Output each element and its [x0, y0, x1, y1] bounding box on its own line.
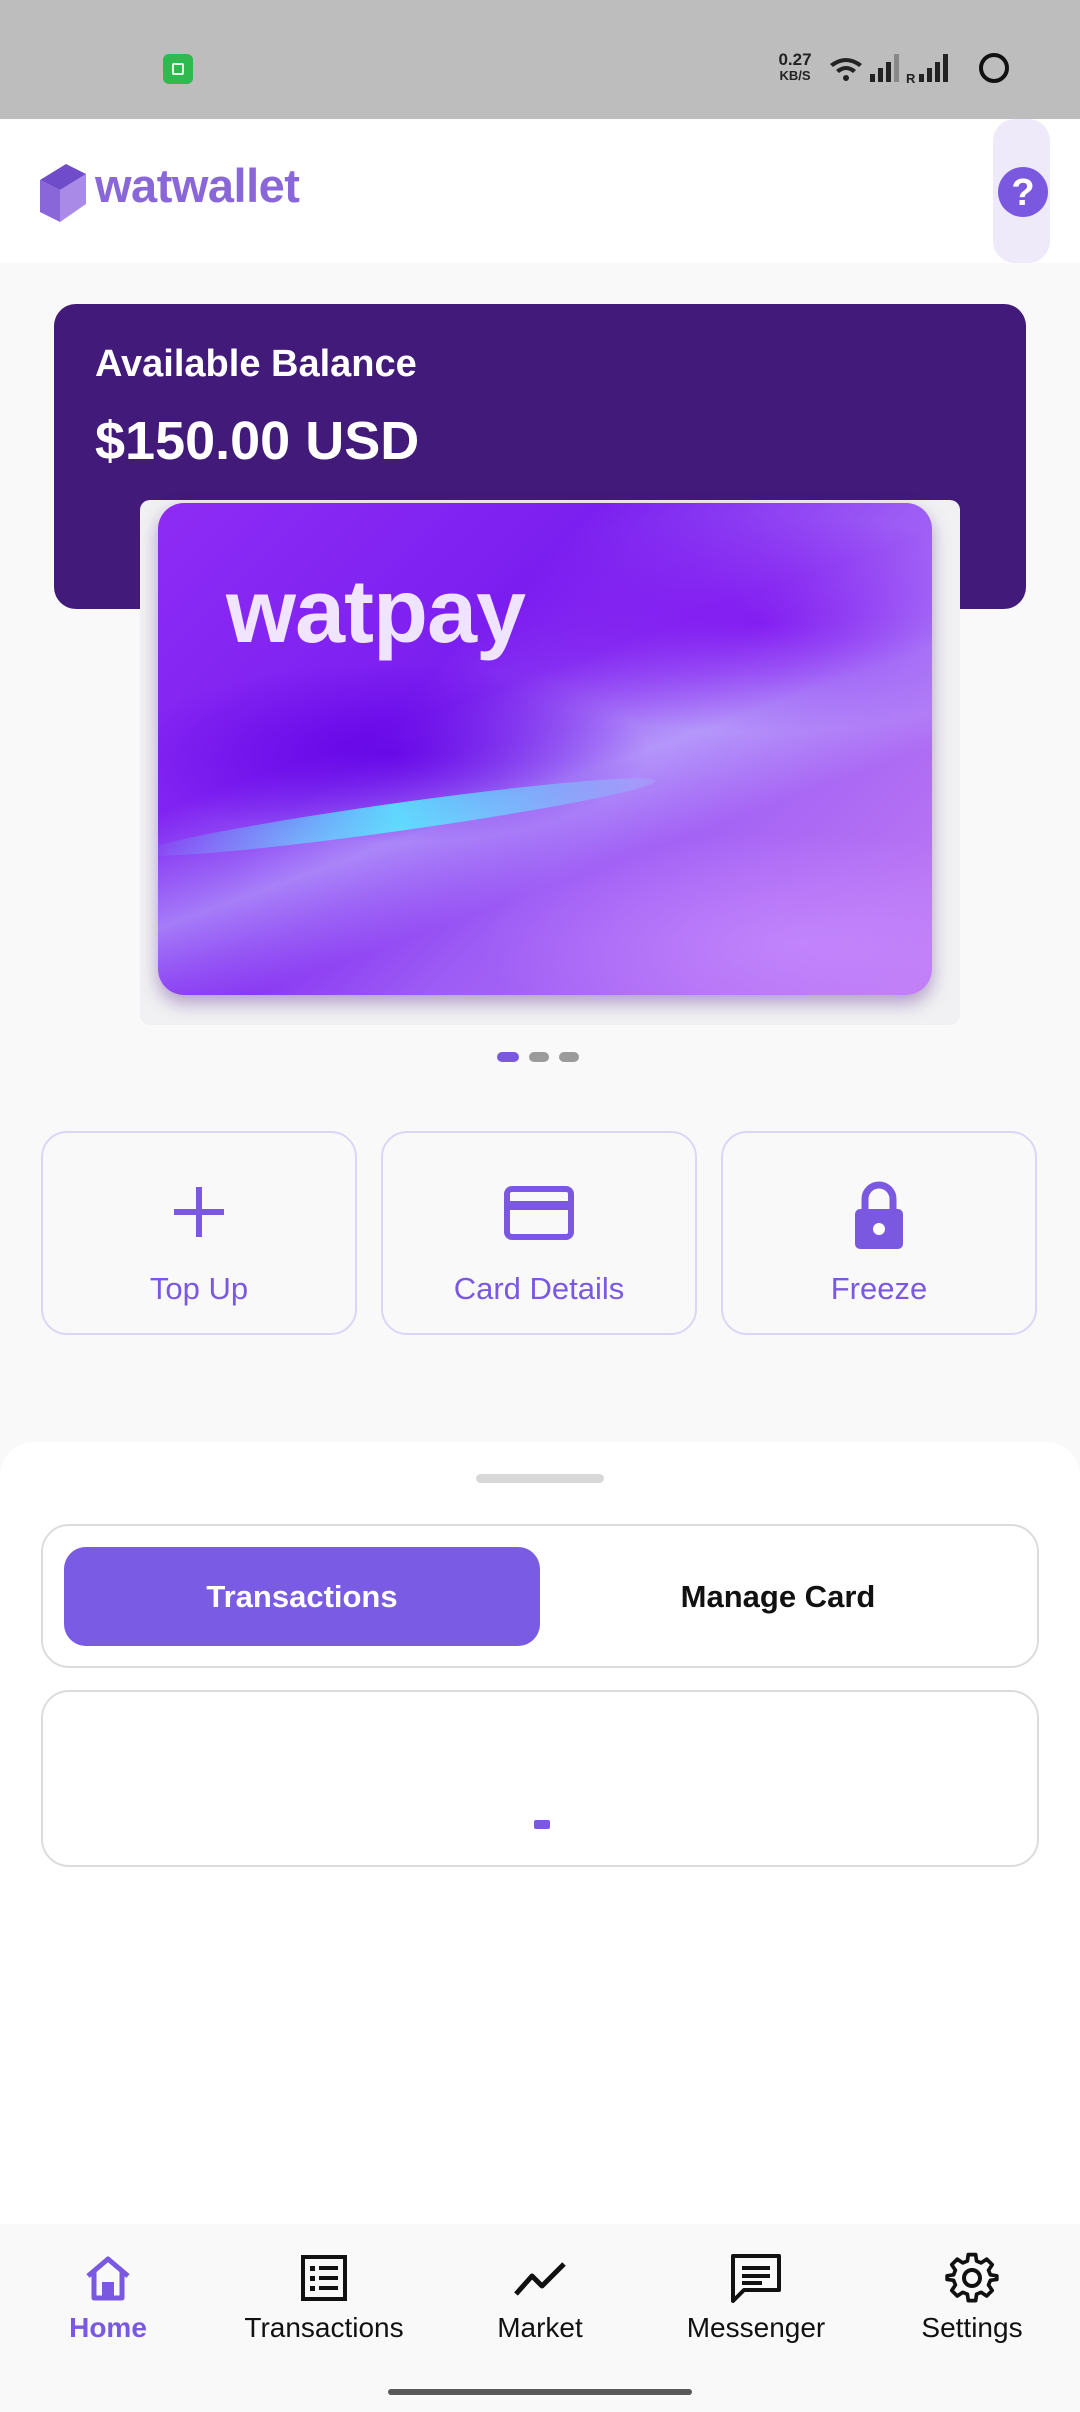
battery-ring-icon — [979, 53, 1009, 83]
nav-transactions[interactable]: Transactions — [216, 2250, 432, 2350]
nav-market[interactable]: Market — [432, 2250, 648, 2350]
nav-settings[interactable]: Settings — [864, 2250, 1080, 2350]
sheet-drag-handle[interactable] — [476, 1474, 604, 1483]
wifi-icon — [830, 58, 862, 81]
roaming-signal-icon: R — [906, 54, 948, 86]
message-icon — [648, 2250, 864, 2306]
carousel-dot[interactable] — [529, 1052, 549, 1062]
balance-label: Available Balance — [95, 343, 417, 385]
freeze-button[interactable]: Freeze — [721, 1131, 1037, 1335]
top-up-button[interactable]: Top Up — [41, 1131, 357, 1335]
card-details-button[interactable]: Card Details — [381, 1131, 697, 1335]
nav-settings-label: Settings — [921, 2312, 1023, 2343]
carousel-dot[interactable] — [559, 1052, 579, 1062]
plus-icon — [43, 1179, 355, 1245]
credit-card-icon — [383, 1179, 695, 1245]
nav-home[interactable]: Home — [0, 2250, 216, 2350]
tab-transactions[interactable]: Transactions — [64, 1547, 540, 1646]
help-button[interactable]: ? — [998, 167, 1048, 217]
home-icon — [0, 2250, 216, 2306]
tab-manage-card[interactable]: Manage Card — [540, 1547, 1016, 1646]
signal-icon — [870, 54, 899, 82]
card-brand: watpay — [226, 562, 526, 662]
transactions-list — [41, 1690, 1039, 1867]
card-details-label: Card Details — [453, 1271, 625, 1306]
status-icons: R — [826, 50, 1014, 86]
lock-icon — [723, 1179, 1035, 1249]
network-speed-value: 0.27 — [778, 50, 812, 69]
brand-name: watwallet — [95, 159, 300, 212]
gesture-bar[interactable] — [388, 2389, 692, 2395]
trend-icon — [432, 2250, 648, 2306]
carousel-dot-active[interactable] — [497, 1052, 519, 1062]
nav-market-label: Market — [497, 2312, 583, 2343]
app-notification-icon — [163, 54, 193, 84]
network-speed: 0.27 KB/S — [770, 50, 820, 84]
top-up-label: Top Up — [149, 1271, 249, 1306]
nav-messenger[interactable]: Messenger — [648, 2250, 864, 2350]
nav-messenger-label: Messenger — [686, 2312, 826, 2343]
status-bar: 0.27 KB/S R — [0, 0, 1080, 119]
nav-transactions-label: Transactions — [244, 2312, 404, 2343]
watwallet-logo-icon — [38, 160, 88, 222]
carousel-indicator — [497, 1052, 583, 1064]
network-speed-unit: KB/S — [779, 68, 811, 83]
freeze-label: Freeze — [830, 1271, 928, 1306]
balance-value: $150.00 USD — [95, 411, 420, 471]
loading-indicator — [534, 1820, 550, 1829]
list-icon — [216, 2250, 432, 2306]
gear-icon — [864, 2250, 1080, 2306]
nav-home-label: Home — [69, 2312, 147, 2343]
payment-card[interactable]: watpay — [158, 503, 932, 995]
svg-text:R: R — [906, 71, 916, 86]
card-decoration — [158, 766, 658, 868]
